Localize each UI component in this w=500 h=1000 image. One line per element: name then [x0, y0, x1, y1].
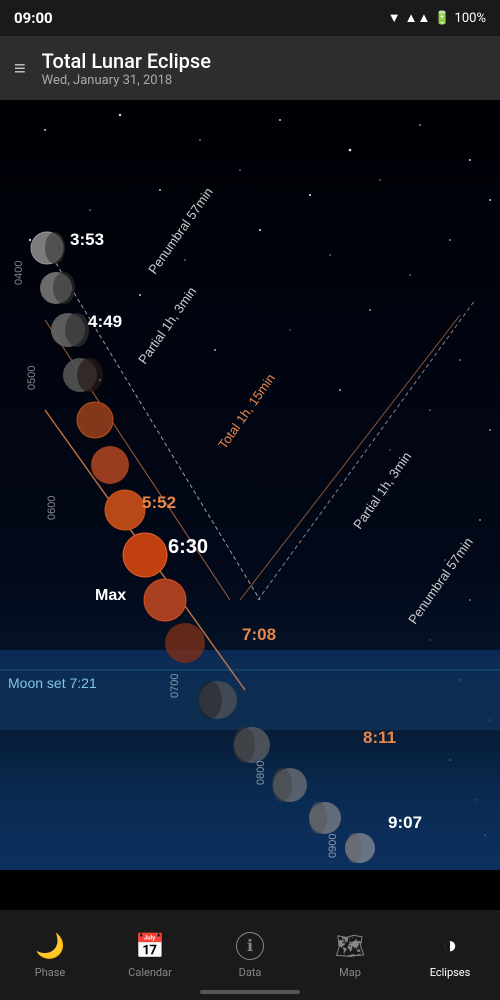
svg-text:Penumbral 57min: Penumbral 57min	[405, 535, 476, 627]
nav-calendar[interactable]: 📅 Calendar	[110, 932, 190, 979]
nav-eclipses-label: Eclipses	[430, 966, 471, 979]
main-view: 3:53 4:49 5:52 6:30 7:08 8:11 9:07 Penum…	[0, 100, 500, 870]
phase-icon: 🌙	[35, 932, 65, 960]
menu-icon[interactable]: ≡	[14, 56, 26, 81]
status-bar: 09:00 ▼ ▲▲ 🔋 100%	[0, 0, 500, 36]
svg-text:5:52: 5:52	[142, 493, 176, 512]
svg-text:Partial 1h, 3min: Partial 1h, 3min	[350, 449, 414, 532]
nav-data[interactable]: ℹ Data	[210, 932, 290, 979]
battery-percent: 100%	[455, 11, 486, 26]
svg-text:8:11: 8:11	[363, 728, 396, 747]
svg-text:4:49: 4:49	[88, 312, 122, 331]
svg-text:0400: 0400	[13, 261, 25, 285]
status-icons: ▼ ▲▲ 🔋 100%	[388, 10, 486, 26]
signal-icon: ▲▲	[405, 10, 431, 26]
nav-calendar-label: Calendar	[128, 966, 172, 979]
home-indicator	[200, 990, 300, 994]
svg-text:Partial 1h, 3min: Partial 1h, 3min	[135, 284, 199, 367]
svg-text:Moon set 7:21: Moon set 7:21	[8, 675, 97, 691]
bottom-nav: 🌙 Phase 📅 Calendar ℹ Data 🗺 Map ◑ Eclips…	[0, 910, 500, 1000]
header: ≡ Total Lunar Eclipse Wed, January 31, 2…	[0, 36, 500, 100]
nav-data-label: Data	[239, 966, 262, 979]
wifi-icon: ▼	[388, 10, 401, 26]
svg-text:6:30: 6:30	[168, 536, 208, 558]
calendar-icon: 📅	[135, 932, 165, 960]
header-subtitle: Wed, January 31, 2018	[42, 73, 211, 88]
nav-map-label: Map	[339, 966, 361, 979]
header-text: Total Lunar Eclipse Wed, January 31, 201…	[42, 49, 211, 88]
data-icon: ℹ	[236, 932, 264, 960]
nav-phase[interactable]: 🌙 Phase	[10, 932, 90, 979]
nav-eclipses[interactable]: ◑ Eclipses	[410, 931, 490, 979]
nav-map[interactable]: 🗺 Map	[310, 932, 390, 979]
svg-text:9:07: 9:07	[388, 813, 422, 832]
svg-text:Max: Max	[95, 587, 126, 604]
svg-text:0600: 0600	[46, 496, 58, 520]
status-time: 09:00	[14, 9, 53, 27]
svg-text:0800: 0800	[255, 761, 267, 785]
battery-icon: 🔋	[434, 11, 450, 26]
nav-phase-label: Phase	[35, 966, 66, 979]
svg-text:3:53: 3:53	[70, 230, 104, 249]
svg-text:Total 1h, 15min: Total 1h, 15min	[215, 371, 278, 452]
svg-text:0900: 0900	[327, 834, 339, 858]
svg-text:0700: 0700	[169, 674, 181, 698]
header-title: Total Lunar Eclipse	[42, 49, 211, 73]
map-icon: 🗺	[335, 932, 365, 960]
svg-text:0500: 0500	[26, 366, 38, 390]
svg-text:Penumbral 57min: Penumbral 57min	[145, 185, 216, 277]
svg-text:7:08: 7:08	[242, 625, 276, 644]
eclipses-icon: ◑	[443, 931, 458, 960]
